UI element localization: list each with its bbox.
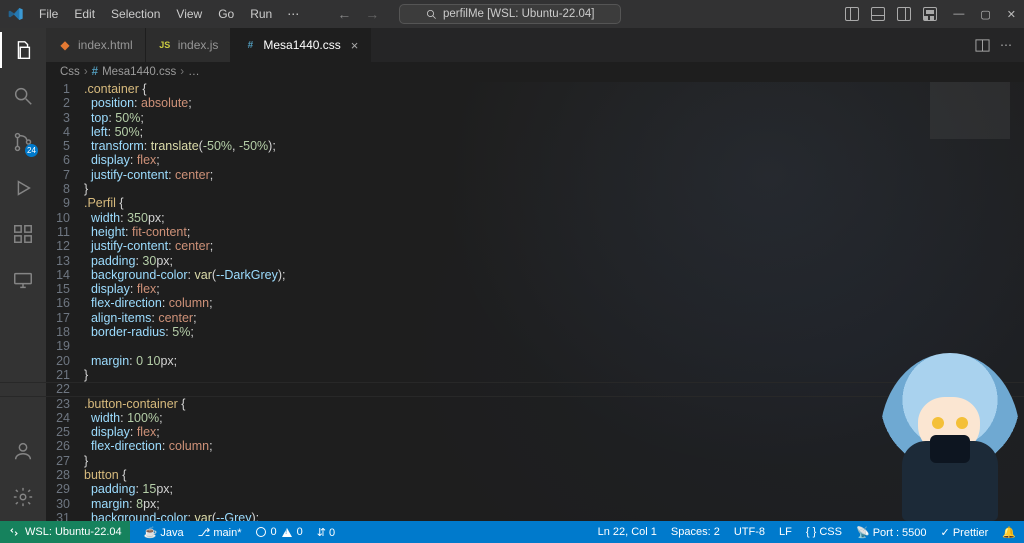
toggle-secondary-sidebar-icon[interactable] — [897, 7, 911, 21]
status-eol[interactable]: LF — [779, 526, 792, 538]
remote-label: WSL: Ubuntu-22.04 — [25, 526, 122, 538]
status-language[interactable]: { } CSS — [806, 526, 842, 538]
css-file-icon: # — [92, 66, 98, 78]
command-center-text: perfilMe [WSL: Ubuntu-22.04] — [443, 8, 595, 20]
toggle-panel-icon[interactable] — [871, 7, 885, 21]
html-file-icon: ◆ — [58, 38, 72, 52]
maximize-button[interactable]: ▢ — [980, 8, 990, 21]
vscode-logo-icon — [8, 6, 24, 22]
status-liveserver[interactable]: 📡 Port : 5500 — [856, 526, 927, 539]
tab-mesa1440-css[interactable]: # Mesa1440.css × — [231, 28, 371, 62]
breadcrumb[interactable]: Css › # Mesa1440.css › … — [46, 62, 1024, 82]
js-file-icon: JS — [158, 38, 172, 52]
more-actions-icon[interactable]: ⋯ — [1000, 38, 1012, 52]
tab-index-js[interactable]: JS index.js — [146, 28, 232, 62]
line-number-gutter: 1234567891011121314151617181920212223242… — [46, 82, 84, 521]
chevron-right-icon: › — [180, 66, 184, 78]
warning-icon — [282, 528, 292, 537]
command-center[interactable]: perfilMe [WSL: Ubuntu-22.04] — [399, 4, 621, 24]
css-file-icon: # — [243, 38, 257, 52]
chevron-right-icon: › — [84, 66, 88, 78]
tab-label: index.html — [78, 38, 133, 52]
nav-forward-icon[interactable]: → — [365, 6, 379, 22]
status-bar: WSL: Ubuntu-22.04 ☕ Java ⎇ main* 0 0 ⇵ 0… — [0, 521, 1024, 543]
layout-controls — [845, 7, 937, 21]
status-lncol[interactable]: Ln 22, Col 1 — [598, 526, 657, 538]
remote-icon — [8, 526, 20, 538]
breadcrumb-folder[interactable]: Css — [60, 66, 80, 78]
menu-go[interactable]: Go — [211, 4, 241, 24]
status-encoding[interactable]: UTF-8 — [734, 526, 765, 538]
split-editor-icon[interactable] — [975, 38, 990, 53]
breadcrumb-more[interactable]: … — [188, 66, 200, 78]
title-bar: File Edit Selection View Go Run ⋯ ← → pe… — [0, 0, 1024, 28]
explorer-icon[interactable] — [11, 38, 35, 62]
toggle-primary-sidebar-icon[interactable] — [845, 7, 859, 21]
status-java[interactable]: ☕ Java — [144, 526, 184, 539]
close-tab-icon[interactable]: × — [351, 38, 359, 53]
breadcrumb-file[interactable]: Mesa1440.css — [102, 66, 176, 78]
nav-buttons: ← → — [337, 6, 379, 22]
menu-selection[interactable]: Selection — [104, 4, 167, 24]
nav-back-icon[interactable]: ← — [337, 6, 351, 22]
extensions-icon[interactable] — [11, 222, 35, 246]
tab-label: Mesa1440.css — [263, 38, 340, 52]
search-icon — [426, 9, 437, 20]
status-bell-icon[interactable]: 🔔 — [1002, 526, 1016, 539]
menu-file[interactable]: File — [32, 4, 65, 24]
menu-overflow[interactable]: ⋯ — [281, 4, 305, 24]
minimap[interactable] — [930, 82, 1010, 462]
menu-edit[interactable]: Edit — [67, 4, 102, 24]
search-activity-icon[interactable] — [11, 84, 35, 108]
menu-view[interactable]: View — [169, 4, 209, 24]
status-problems[interactable]: 0 0 — [256, 526, 303, 538]
minimize-button[interactable]: — — [953, 8, 964, 21]
remote-indicator[interactable]: WSL: Ubuntu-22.04 — [0, 521, 130, 543]
code-content[interactable]: .container { position: absolute; top: 50… — [84, 82, 1024, 521]
tab-index-html[interactable]: ◆ index.html — [46, 28, 146, 62]
activity-bar: 24 — [0, 28, 46, 521]
run-debug-icon[interactable] — [11, 176, 35, 200]
window-controls: — ▢ ✕ — [953, 8, 1016, 21]
settings-gear-icon[interactable] — [11, 485, 35, 509]
status-branch[interactable]: ⎇ main* — [198, 526, 242, 539]
customize-layout-icon[interactable] — [923, 7, 937, 21]
status-ports[interactable]: ⇵ 0 — [317, 526, 335, 539]
menu-run[interactable]: Run — [243, 4, 279, 24]
remote-explorer-icon[interactable] — [11, 268, 35, 292]
scm-badge: 24 — [25, 144, 38, 157]
source-control-icon[interactable]: 24 — [11, 130, 35, 154]
accounts-icon[interactable] — [11, 439, 35, 463]
editor-tabs: ◆ index.html JS index.js # Mesa1440.css … — [46, 28, 1024, 62]
status-prettier[interactable]: ✓ Prettier — [941, 526, 989, 539]
close-window-button[interactable]: ✕ — [1007, 8, 1016, 21]
error-icon — [256, 527, 266, 537]
tab-label: index.js — [178, 38, 219, 52]
status-spaces[interactable]: Spaces: 2 — [671, 526, 720, 538]
editor-area[interactable]: 1234567891011121314151617181920212223242… — [46, 82, 1024, 521]
